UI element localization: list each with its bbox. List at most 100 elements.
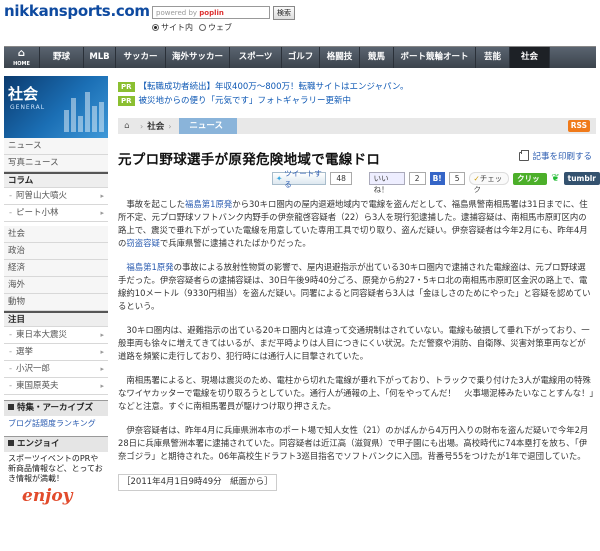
nav-item-soccer[interactable]: サッカー xyxy=(116,47,166,68)
nav-item-golf[interactable]: ゴルフ xyxy=(282,47,320,68)
sidebar-item-animals[interactable]: 動物 xyxy=(4,294,108,311)
feature-archives-head: 特集・アーカイブズ xyxy=(4,400,108,416)
enjoy-logo[interactable]: enjoy xyxy=(4,486,108,506)
breadcrumb-society[interactable]: 社会 xyxy=(147,120,164,132)
home-icon: ⌂ xyxy=(17,48,26,59)
evernote-icon[interactable]: ❦ xyxy=(551,173,559,184)
article-title: 元プロ野球選手が原発危険地域で電線ドロ xyxy=(118,152,381,168)
pr-badge: PR xyxy=(118,82,135,92)
pr-area: PR 【転職成功者続出】年収400万～800万！転職サイトはエンジャパン。 PR 被… xyxy=(118,80,596,108)
nav-item-boat-keirin-auto[interactable]: ボート競輪オート xyxy=(394,47,476,68)
article-paragraph: 伊奈容疑者は、昨年4月に兵庫県洲本市のポート場で知人女性（21）のかばんから4万… xyxy=(118,425,589,461)
search-input[interactable]: powered by poplin xyxy=(152,6,270,19)
mixi-check-button[interactable]: ✓チェック xyxy=(469,172,510,194)
sidebar-item-ozawa[interactable]: 小沢一郎 ▸ xyxy=(4,361,108,378)
share-bar: ✦ ツイートする 48 いいね！ 2 B! 5 ✓チェック クリップ ❦ tumb… xyxy=(272,169,600,195)
rss-button[interactable]: RSS xyxy=(567,120,590,132)
home-icon[interactable]: ⌂ xyxy=(118,118,136,134)
article-link[interactable]: 福島第1原発 xyxy=(185,199,232,209)
pr-row[interactable]: PR 【転職成功者続出】年収400万～800万！転職サイトはエンジャパン。 xyxy=(118,80,596,94)
paragraph-text: で兵庫県警に逮捕されたばかりだった。 xyxy=(159,238,311,248)
sidebar-item-politics[interactable]: 政治 xyxy=(4,243,108,260)
article-paragraph: 南相馬署によると、現場は震災のため、電柱から切れた電線が垂れ下がっており、トラッ… xyxy=(118,375,594,411)
nav-item-sports[interactable]: スポーツ xyxy=(230,47,282,68)
pr-badge: PR xyxy=(118,96,135,106)
radio-web-label: ウェブ xyxy=(208,23,232,32)
nav-item-society[interactable]: 社会 xyxy=(510,47,550,68)
tweet-button[interactable]: ✦ ツイートする xyxy=(272,169,327,189)
tweet-count: 48 xyxy=(330,172,352,185)
nav-item-world-soccer[interactable]: 海外サッカー xyxy=(166,47,230,68)
sidebar-item-higashikokubaru[interactable]: 東国原英夫 ▸ xyxy=(4,378,108,395)
radio-site[interactable]: サイト内 xyxy=(152,22,193,33)
enjoy-head: エンジョイ xyxy=(4,436,108,452)
chevron-right-icon: ▸ xyxy=(100,209,104,217)
sidebar-head-attention: 注目 xyxy=(4,311,108,327)
print-article-link[interactable]: 記事を印刷する xyxy=(519,149,592,162)
article-link[interactable]: 窃盗容疑 xyxy=(126,238,160,248)
city-graphic xyxy=(64,92,104,132)
nav-home[interactable]: ⌂ HOME xyxy=(4,47,40,68)
radio-checked-icon xyxy=(152,24,159,31)
clip-button[interactable]: クリップ xyxy=(513,172,548,195)
chevron-right-icon: ▸ xyxy=(100,348,104,356)
nav-item-baseball[interactable]: 野球 xyxy=(40,47,84,68)
pr-row[interactable]: PR 被災地からの便り「元気です」フォトギャラリー更新中 xyxy=(118,94,596,108)
feature-archives-title: 特集・アーカイブズ xyxy=(17,403,93,413)
search-powered-label: powered by xyxy=(156,9,198,17)
article-dateline: ［2011年4月1日9時49分 紙面から］ xyxy=(118,474,277,491)
enjoy-title: エンジョイ xyxy=(17,439,60,449)
nav-home-label: HOME xyxy=(13,61,30,67)
sidebar-item-economy[interactable]: 経済 xyxy=(4,260,108,277)
section-subtitle: GENERAL xyxy=(10,104,46,111)
sidebar-item-earthquake[interactable]: 東日本大震災 ▸ xyxy=(4,327,108,344)
radio-web[interactable]: ウェブ xyxy=(199,22,232,33)
sidebar-item-photo-news[interactable]: 写真ニュース xyxy=(4,155,108,172)
site-header: nikkansports.com powered by poplin 検索 サイ… xyxy=(0,0,600,46)
chevron-right-icon: › xyxy=(168,121,172,131)
nav-item-mlb[interactable]: MLB xyxy=(84,47,116,68)
hatena-bookmark-button[interactable]: B! xyxy=(429,172,445,185)
sidebar-menu: ニュース 写真ニュース コラム 阿曽山大噴火▸ ピート小林▸ 社会 政治 経済 … xyxy=(4,138,108,395)
blog-ranking-link[interactable]: ブログ話題度ランキング xyxy=(4,416,108,431)
breadcrumb: ⌂ › 社会 › ニュース RSS xyxy=(118,118,596,134)
article-body: 事故を起こした福島第1原発から30キロ圏内の屋内退避地域内で電線を盗んだとして、… xyxy=(118,198,594,491)
sidebar-item-overseas[interactable]: 海外 xyxy=(4,277,108,294)
radio-site-label: サイト内 xyxy=(161,23,193,32)
nav-item-horse-racing[interactable]: 競馬 xyxy=(360,47,394,68)
sidebar-item-society[interactable]: 社会 xyxy=(4,226,108,243)
tweet-label: ツイートする xyxy=(284,168,322,189)
section-title: 社会 xyxy=(8,85,39,103)
chevron-right-icon: ▸ xyxy=(100,331,104,339)
pr-link[interactable]: 被災地からの便り「元気です」フォトギャラリー更新中 xyxy=(139,95,352,108)
sidebar-item-label: 東日本大震災 xyxy=(16,330,68,340)
sidebar-item-label: 小沢一郎 xyxy=(16,364,51,374)
like-button[interactable]: いいね！ xyxy=(368,172,405,194)
twitter-icon: ✦ xyxy=(276,174,283,183)
left-sidebar: 社会 GENERAL ニュース 写真ニュース コラム 阿曽山大噴火 ▸ ピート小林… xyxy=(4,76,108,551)
search-scope: サイト内 ウェブ xyxy=(152,22,232,33)
sidebar-item-label: 東国原英夫 xyxy=(16,381,59,391)
paragraph-text: 事故を起こした xyxy=(126,199,186,209)
enjoy-description[interactable]: スポーツイベントのPRや新商品情報など、とっておき情報が満載！ xyxy=(4,452,108,486)
site-logo[interactable]: nikkansports.com xyxy=(4,2,150,20)
search-button[interactable]: 検索 xyxy=(273,6,295,20)
article-link[interactable]: 福島第1原発 xyxy=(126,262,173,272)
square-bullet-icon xyxy=(8,440,14,446)
paragraph-text: の事故による放射性物質の影響で、屋内退避指示が出ている30キロ圏内で逮捕された電… xyxy=(118,262,591,311)
sidebar-item-asoyama[interactable]: 阿曽山大噴火 ▸ xyxy=(4,188,108,205)
tumblr-button[interactable]: tumblr xyxy=(563,172,600,185)
sidebar-item-pete[interactable]: ピート小林 ▸ xyxy=(4,205,108,222)
sidebar-item-news[interactable]: ニュース xyxy=(4,138,108,155)
section-banner: 社会 GENERAL xyxy=(4,76,108,138)
article-paragraph: 事故を起こした福島第1原発から30キロ圏内の屋内退避地域内で電線を盗んだとして、… xyxy=(118,198,594,250)
pr-link[interactable]: 【転職成功者続出】年収400万～800万！転職サイトはエンジャパン。 xyxy=(139,81,409,94)
sidebar-item-label: ピート小林 xyxy=(16,208,59,218)
sidebar-item-election[interactable]: 選挙 ▸ xyxy=(4,344,108,361)
radio-unchecked-icon xyxy=(199,24,206,31)
sidebar-item-label: 阿曽山大噴火 xyxy=(16,191,68,201)
like-count: 2 xyxy=(408,172,426,185)
nav-item-fighting[interactable]: 格闘技 xyxy=(320,47,360,68)
chevron-right-icon: ▸ xyxy=(100,382,104,390)
nav-item-entertainment[interactable]: 芸能 xyxy=(476,47,510,68)
